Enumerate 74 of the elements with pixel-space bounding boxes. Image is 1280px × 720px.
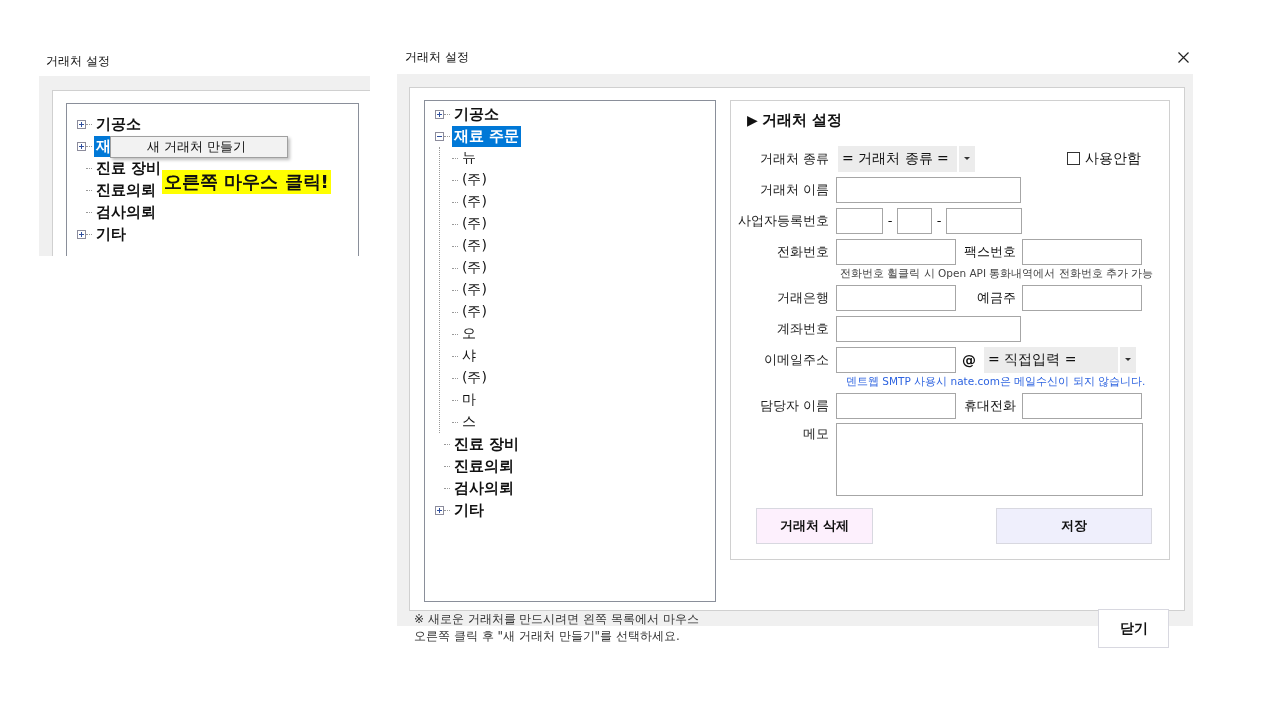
field-label: 거래은행: [776, 288, 830, 307]
tree-item[interactable]: 진료 장비: [94, 157, 164, 179]
input-field[interactable]: [1022, 238, 1142, 265]
tree-item[interactable]: (주): [460, 214, 486, 234]
input-field[interactable]: [1022, 392, 1142, 419]
window-title: 거래처 설정: [405, 48, 469, 66]
field-label: 메모: [802, 425, 830, 443]
tree-item[interactable]: 기공소: [94, 113, 143, 135]
hint-text: 덴트웹 SMTP 사용시 nate.com은 메일수신이 되지 않습니다.: [845, 375, 1147, 389]
tree-item[interactable]: 진료의뢰: [94, 179, 158, 201]
tree-item[interactable]: (주): [460, 368, 486, 388]
input-field[interactable]: [1022, 284, 1142, 311]
close-icon[interactable]: [1178, 51, 1189, 63]
caret-icon: [1125, 358, 1131, 361]
caret-icon: [963, 157, 970, 160]
field-label: 거래처 이름: [758, 180, 830, 199]
tree-item[interactable]: (주): [460, 302, 486, 322]
input-field[interactable]: [836, 346, 956, 373]
input-field[interactable]: [836, 238, 956, 265]
instruction-note: ※ 새로운 거래처를 만드시려면 왼쪽 목록에서 마우스 오른쪽 클릭 후 "새 거래처 만들기"를 선택하세요.: [414, 611, 699, 645]
save-button[interactable]: 저장: [996, 508, 1152, 544]
window-title: 거래처 설정: [45, 53, 111, 70]
input-field[interactable]: [836, 392, 956, 419]
field-label: 담당자 이름: [758, 396, 830, 415]
close-button[interactable]: 닫기: [1098, 609, 1169, 648]
expand-icon[interactable]: [435, 505, 444, 515]
tree-item[interactable]: 진료의뢰: [452, 455, 516, 477]
field-label: 팩스번호: [963, 242, 1017, 261]
tree-item[interactable]: 오: [460, 324, 486, 344]
field-label: 이메일주소: [763, 350, 830, 369]
field-label: 사업자등록번호: [737, 211, 830, 230]
tree-item[interactable]: 검사의뢰: [94, 201, 158, 223]
at-sign: @: [961, 351, 977, 368]
tree-item[interactable]: 마: [460, 390, 486, 410]
expand-icon[interactable]: [77, 119, 86, 129]
tree-item[interactable]: (주): [460, 236, 486, 256]
tree-item[interactable]: 재료 주문: [452, 125, 522, 147]
triangle-marker: ▶: [747, 112, 758, 128]
memo-field[interactable]: [836, 423, 1143, 496]
dash-separator: -: [935, 213, 943, 228]
dash-separator: -: [886, 213, 894, 228]
tree-item[interactable]: 진료 장비: [452, 433, 522, 455]
field-label: 휴대전화: [963, 396, 1017, 415]
input-field[interactable]: [836, 284, 956, 311]
tree-item[interactable]: 기공소: [452, 103, 501, 125]
callout-label: 오른쪽 마우스 클릭!: [162, 170, 331, 194]
field-label: 전화번호: [776, 242, 830, 261]
field-label: 거래처 종류: [758, 149, 830, 168]
delete-button[interactable]: 거래처 삭제: [756, 508, 873, 544]
field-label: 예금주: [976, 288, 1017, 307]
tree-item[interactable]: (주): [460, 170, 486, 190]
tree-item[interactable]: (주): [460, 258, 486, 278]
tree-item[interactable]: 뉴: [460, 148, 486, 168]
expand-icon[interactable]: [77, 229, 86, 239]
input-field[interactable]: [946, 207, 1022, 234]
tree-item[interactable]: 스: [460, 412, 486, 432]
collapse-icon[interactable]: [435, 131, 444, 141]
input-field[interactable]: [836, 315, 1021, 342]
expand-icon[interactable]: [435, 109, 444, 119]
expand-icon[interactable]: [77, 141, 86, 151]
input-field[interactable]: [836, 207, 883, 234]
tree-item[interactable]: (주): [460, 280, 486, 300]
section-title: 거래처 설정: [761, 110, 842, 130]
tree-item[interactable]: 기타: [94, 223, 128, 245]
tree-item[interactable]: 기타: [452, 499, 486, 521]
hint-text: 전화번호 휠클릭 시 Open API 통화내역에서 전화번호 추가 가능: [839, 267, 1151, 281]
field-label: 계좌번호: [776, 319, 830, 338]
tree-item[interactable]: (주): [460, 192, 486, 212]
unused-checkbox[interactable]: 사용안함: [1067, 149, 1141, 168]
input-field[interactable]: [897, 207, 932, 234]
input-field[interactable]: [836, 176, 1021, 203]
tree-item[interactable]: 검사의뢰: [452, 477, 516, 499]
tree-item[interactable]: 샤: [460, 346, 486, 366]
menu-item[interactable]: 새 거래처 만들기: [111, 138, 287, 156]
